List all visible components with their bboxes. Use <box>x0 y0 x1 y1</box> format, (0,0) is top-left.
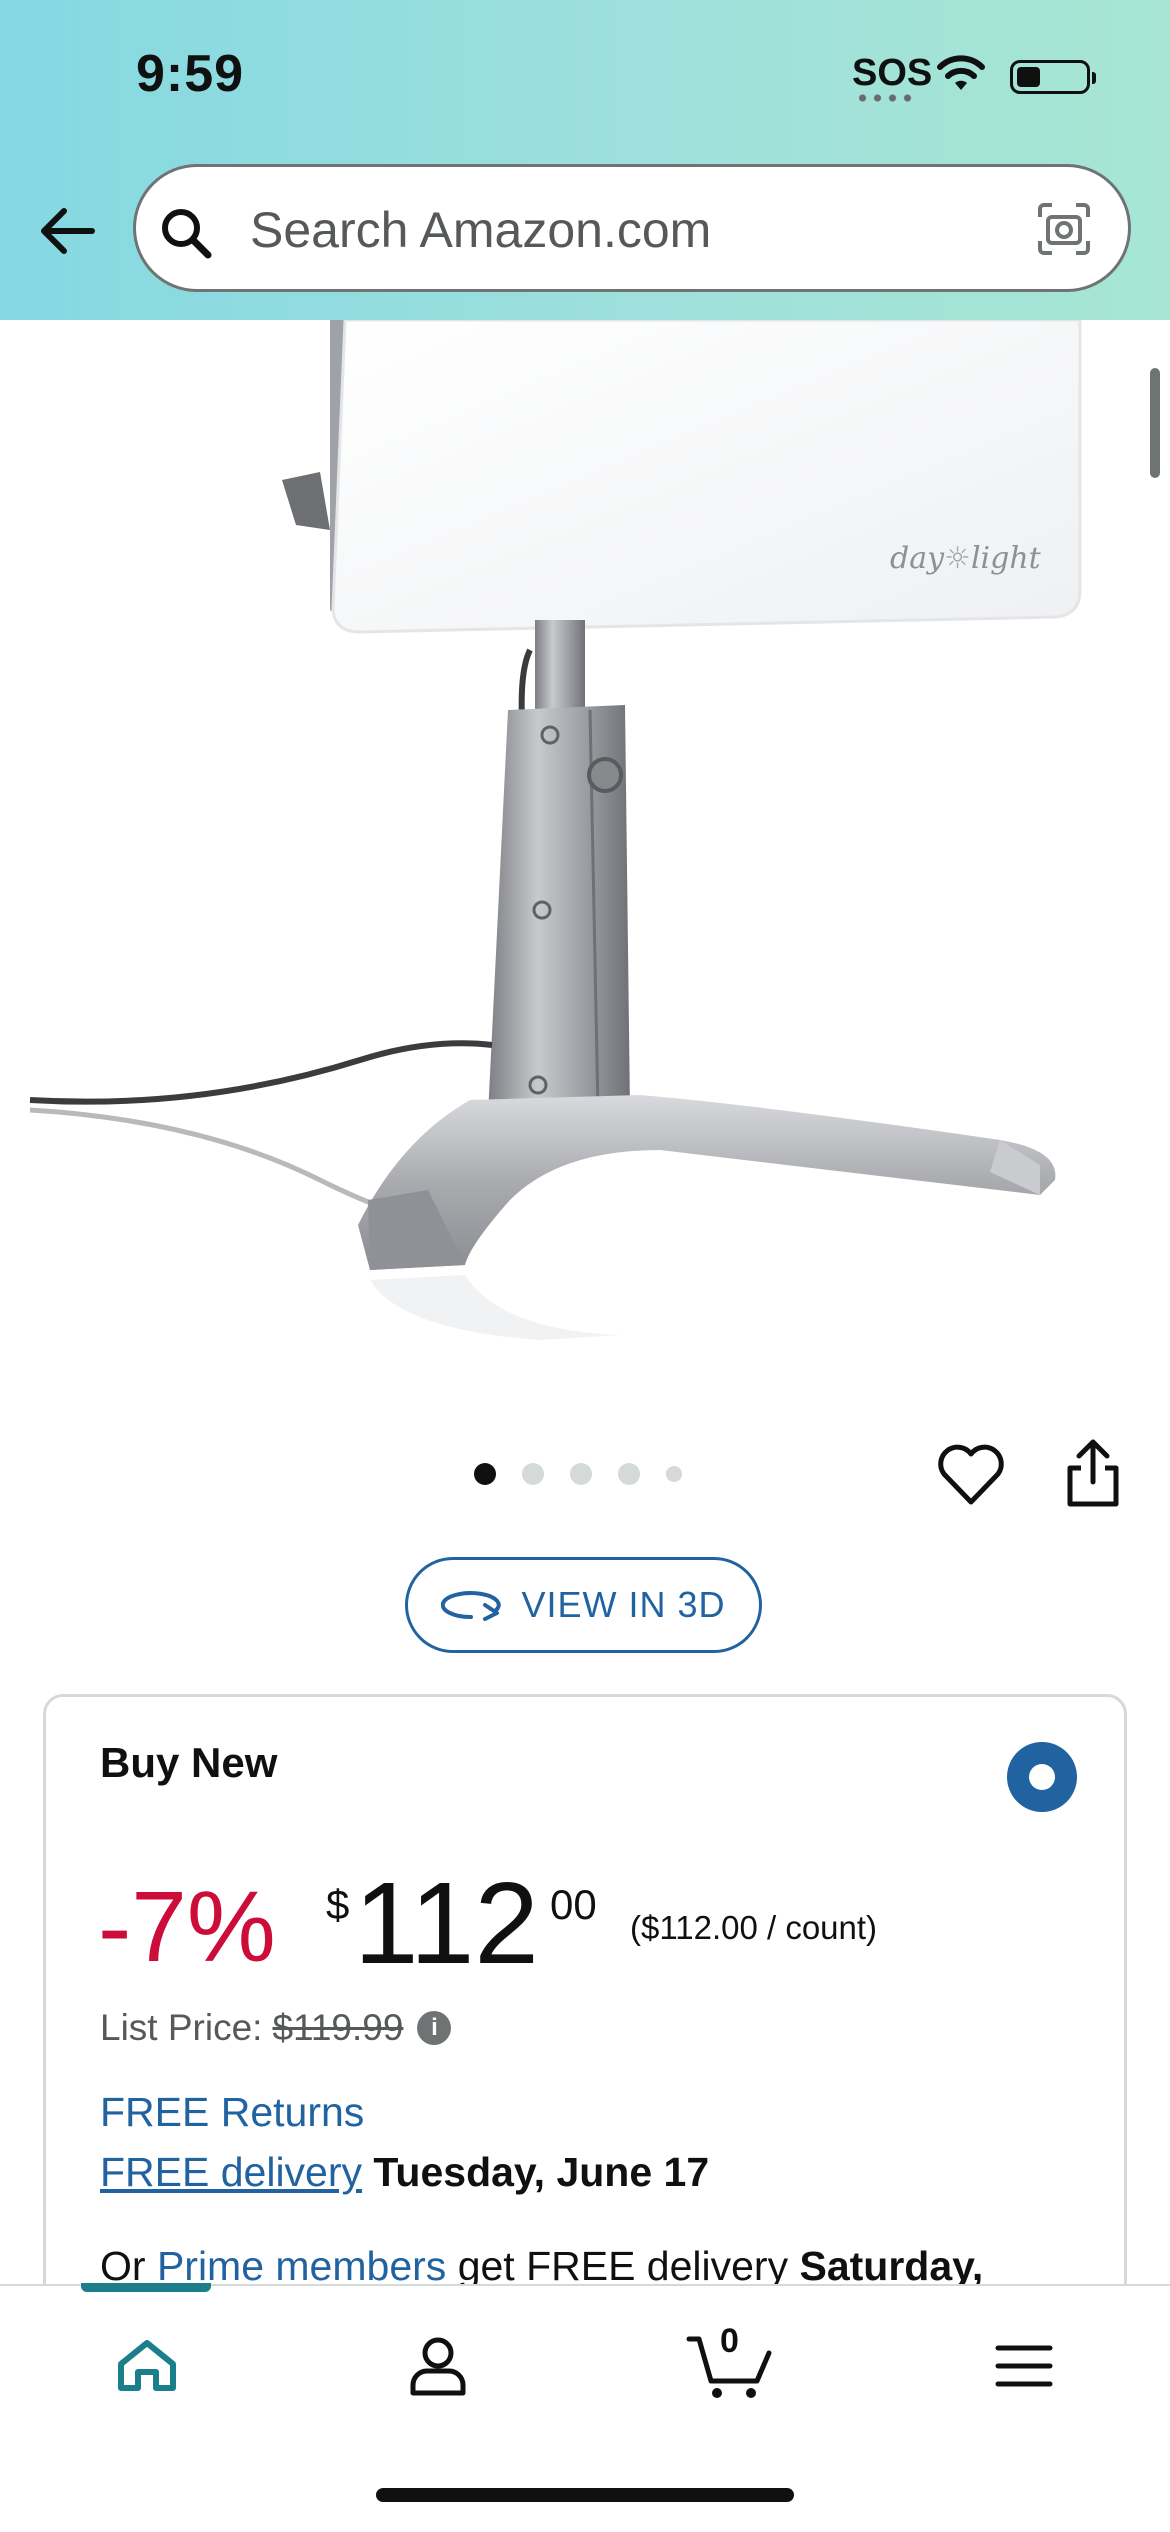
free-returns-link[interactable]: FREE Returns <box>100 2089 364 2136</box>
unit-price: ($112.00 / count) <box>630 1909 878 1946</box>
carousel-dot[interactable] <box>570 1463 592 1485</box>
delivery-info: FREE delivery Tuesday, June 17 <box>100 2149 709 2196</box>
product-image[interactable]: day☼light <box>0 318 1170 1380</box>
delivery-date: Tuesday, June 17 <box>373 2149 710 2195</box>
top-header: 9:59 SOS <box>0 0 1170 320</box>
home-indicator-bar[interactable] <box>376 2488 794 2502</box>
search-icon <box>162 209 212 259</box>
heart-icon[interactable] <box>934 1438 1008 1512</box>
search-bar[interactable] <box>133 164 1131 292</box>
search-input[interactable] <box>248 191 982 269</box>
prime-middle-text: get FREE delivery <box>457 2243 789 2289</box>
tab-cart[interactable]: 0 <box>680 2322 780 2406</box>
prime-delivery-date: Saturday, <box>799 2243 984 2289</box>
buy-new-radio[interactable] <box>1007 1742 1077 1812</box>
status-sos: SOS <box>852 52 933 94</box>
list-price-label: List Price: <box>100 2007 263 2048</box>
rotate-3d-icon <box>441 1591 502 1621</box>
list-price: List Price: $119.99 i <box>100 2007 452 2049</box>
carousel-dot[interactable] <box>618 1463 640 1485</box>
share-icon[interactable] <box>1062 1436 1124 1510</box>
free-delivery-link[interactable]: FREE delivery <box>100 2149 362 2195</box>
info-icon[interactable]: i <box>417 2011 452 2045</box>
home-icon <box>118 2340 176 2391</box>
price-fraction: 00 <box>550 1881 597 1928</box>
price-whole: 112 <box>354 1858 539 1988</box>
tab-home[interactable] <box>97 2326 197 2406</box>
battery-level <box>1017 67 1040 87</box>
carousel-dot[interactable] <box>474 1463 496 1485</box>
list-price-value: $119.99 <box>272 2007 404 2048</box>
product-page: 9:59 SOS Search Amazon.com day☼light VIE… <box>0 0 1170 2532</box>
wifi-icon <box>937 55 985 90</box>
cart-count: 0 <box>720 2322 739 2360</box>
hamburger-menu-icon <box>995 2345 1053 2387</box>
person-icon <box>410 2337 466 2396</box>
status-time: 9:59 <box>136 45 245 103</box>
image-carousel-dots[interactable] <box>474 1460 682 1488</box>
discount-percent: -7% <box>98 1871 276 1983</box>
view-in-3d-button[interactable]: VIEW IN 3D <box>405 1557 762 1653</box>
battery-icon <box>1010 60 1096 94</box>
tab-active-indicator <box>81 2283 211 2292</box>
light-therapy-lamp-image: day☼light <box>29 318 1082 1340</box>
view-in-3d-label: VIEW IN 3D <box>521 1584 726 1625</box>
tab-account[interactable] <box>388 2326 488 2406</box>
carousel-dot[interactable] <box>666 1466 682 1482</box>
brand-mark: day☼light <box>890 541 1042 576</box>
sos-signal-dots <box>855 94 915 102</box>
back-button[interactable] <box>30 190 102 272</box>
tab-menu[interactable] <box>974 2326 1074 2406</box>
scroll-indicator[interactable] <box>1150 368 1160 478</box>
camera-icon[interactable] <box>1036 201 1092 257</box>
prime-delivery-info: Or Prime members get FREE delivery Satur… <box>100 2243 983 2290</box>
buy-new-title: Buy New <box>100 1739 278 1786</box>
carousel-dot[interactable] <box>522 1463 544 1485</box>
back-arrow-icon <box>41 208 95 254</box>
price-currency-symbol: $ <box>326 1881 350 1928</box>
